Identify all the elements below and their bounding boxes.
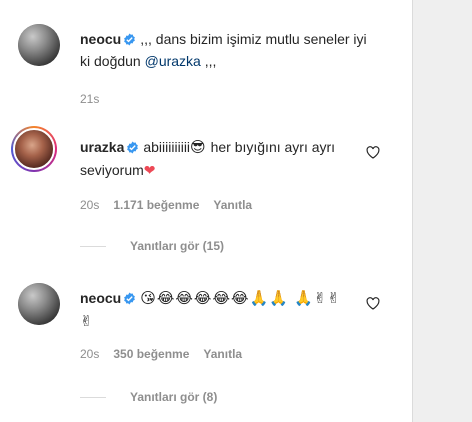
avatar[interactable]	[18, 24, 60, 66]
reply-button[interactable]: Yanıtla	[213, 198, 252, 212]
replies-divider	[80, 396, 106, 398]
like-heart-icon[interactable]	[366, 297, 380, 310]
side-panel	[412, 0, 472, 422]
avatar[interactable]	[18, 283, 60, 325]
like-count[interactable]: 1.171 beğenme	[113, 198, 199, 212]
like-count[interactable]: 350 beğenme	[113, 347, 189, 361]
replies-divider	[80, 245, 106, 247]
comment-body: abiiiiiiiiii	[143, 139, 191, 155]
view-replies-button[interactable]: Yanıtları gör (8)	[80, 390, 217, 404]
comment-body-end: ,,,	[204, 53, 217, 69]
view-replies-label: Yanıtları gör (8)	[130, 390, 218, 404]
verified-badge-icon	[124, 292, 136, 305]
comment-username[interactable]: neocu	[80, 290, 121, 306]
comment-username[interactable]: urazka	[80, 139, 124, 155]
verified-badge-icon	[124, 33, 136, 46]
comment-meta: 21s	[80, 92, 113, 106]
comment-text: neocu,,, dans bizim işimiz mutlu seneler…	[80, 28, 370, 72]
comment-time[interactable]: 20s	[80, 198, 99, 212]
comment-meta: 20s 350 beğenme Yanıtla	[80, 347, 256, 361]
mention-link[interactable]: @urazka	[145, 53, 201, 69]
comment-username[interactable]: neocu	[80, 31, 121, 47]
sunglasses-emoji-icon: 😎	[190, 139, 207, 156]
comment-text: urazka abiiiiiiiiii😎 her bıyığını ayrı ay…	[80, 136, 370, 181]
reply-button[interactable]: Yanıtla	[203, 347, 242, 361]
comment-time[interactable]: 21s	[80, 92, 99, 106]
comment-time[interactable]: 20s	[80, 347, 99, 361]
view-replies-button[interactable]: Yanıtları gör (15)	[80, 239, 224, 253]
comment-meta: 20s 1.171 beğenme Yanıtla	[80, 198, 266, 212]
verified-badge-icon	[127, 141, 139, 154]
comment-text: neocu 😘😂😂😂😂😂🙏🙏 🙏✌✌✌	[80, 287, 348, 333]
avatar-story[interactable]	[11, 126, 57, 172]
view-replies-label: Yanıtları gör (15)	[130, 239, 225, 253]
red-heart-emoji-icon: ❤	[143, 162, 156, 178]
like-heart-icon[interactable]	[366, 146, 380, 159]
